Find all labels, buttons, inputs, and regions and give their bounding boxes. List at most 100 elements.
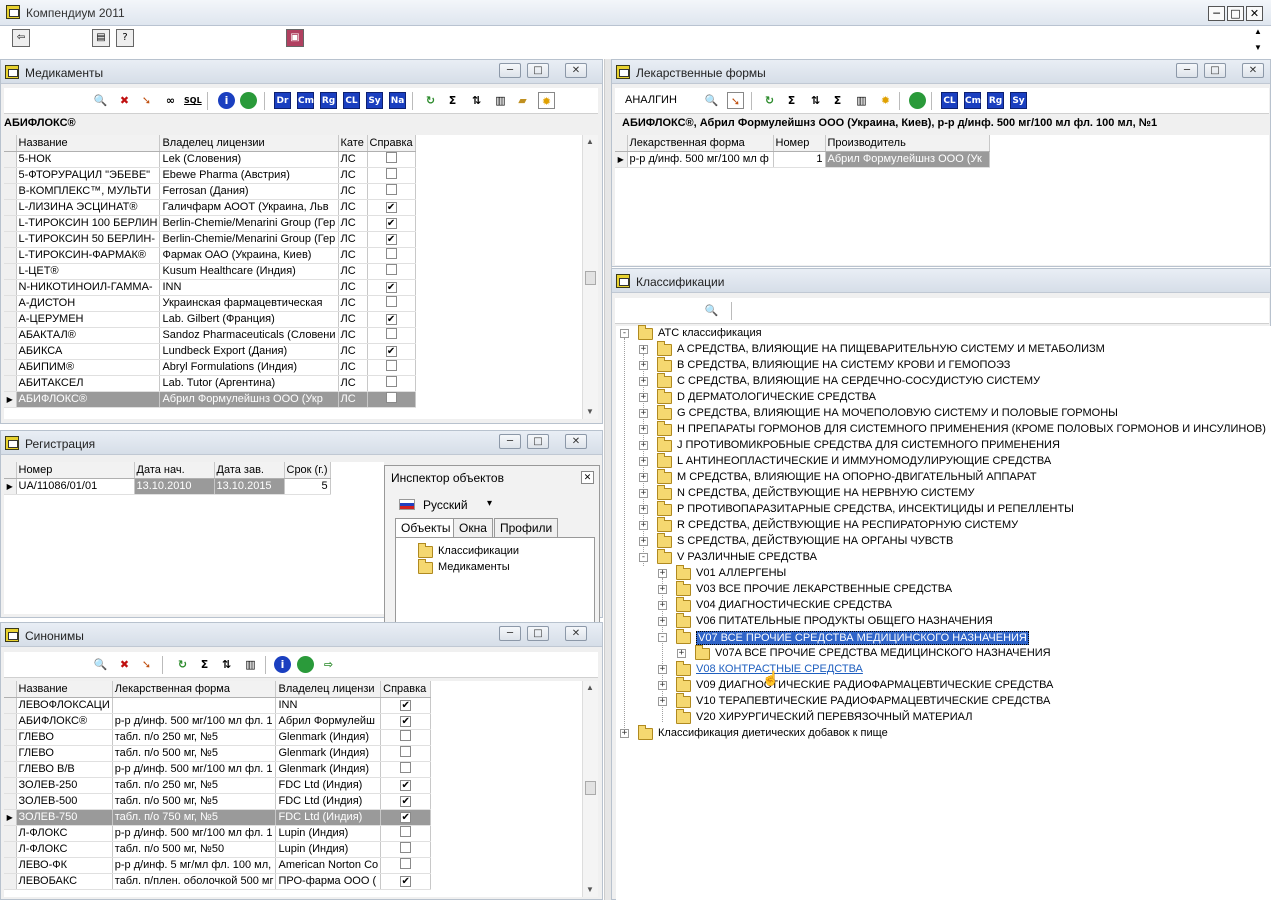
scroll-up[interactable]: ▲ bbox=[586, 683, 594, 692]
table-row[interactable]: АБИФЛОКС® р-р д/инф. 500 мг/100 мл фл. 1А… bbox=[4, 713, 432, 730]
reference-checkbox[interactable] bbox=[385, 168, 397, 179]
tree-node[interactable]: + D ДЕРМАТОЛОГИЧЕСКИЕ СРЕДСТВА bbox=[639, 389, 1266, 406]
reference-checkbox[interactable]: ✔ bbox=[385, 234, 397, 245]
table-row[interactable]: А-ЦЕРУМЕН Lab. Gilbert (Франция) ЛС ✔ bbox=[4, 311, 416, 328]
expand-toggle[interactable]: + bbox=[677, 649, 686, 658]
expand-toggle[interactable]: + bbox=[658, 601, 667, 610]
expand-toggle[interactable]: - bbox=[620, 329, 629, 338]
expand-toggle[interactable]: - bbox=[658, 633, 667, 642]
table-row[interactable]: ЗОЛЕВ-250 табл. п/о 250 мг, №5 FDC Ltd (Ин… bbox=[4, 777, 432, 794]
table-row[interactable]: ГЛЕВО табл. п/о 250 мг, №5 Glenmark (Индия… bbox=[4, 729, 432, 746]
col-reference[interactable]: Справка bbox=[367, 135, 416, 152]
reference-checkbox[interactable] bbox=[400, 730, 412, 741]
expand-toggle[interactable]: + bbox=[658, 665, 667, 674]
tree-node[interactable]: + Классификация диетических добавок к пищ… bbox=[620, 725, 1266, 742]
columns-icon[interactable]: ▥ bbox=[242, 656, 259, 673]
reference-checkbox[interactable]: ✔ bbox=[400, 876, 412, 887]
cl-button[interactable]: CL bbox=[343, 92, 360, 109]
exit-icon[interactable]: ⇦ bbox=[12, 29, 30, 47]
expand-toggle[interactable]: + bbox=[639, 345, 648, 354]
refresh-icon[interactable]: ↻ bbox=[422, 92, 439, 109]
search-icon[interactable]: 🔍 bbox=[703, 92, 720, 109]
reference-checkbox[interactable]: ✔ bbox=[400, 700, 412, 711]
scroll-up[interactable]: ▲ bbox=[586, 137, 594, 146]
cl-button[interactable]: CL bbox=[941, 92, 958, 109]
columns-icon[interactable]: ▥ bbox=[853, 92, 870, 109]
tree-node[interactable]: + N СРЕДСТВА, ДЕЙСТВУЮЩИЕ НА НЕРВНУЮ СИСТ… bbox=[639, 485, 1266, 502]
expand-toggle[interactable]: + bbox=[658, 617, 667, 626]
col-maker[interactable]: Производитель bbox=[825, 135, 990, 152]
close-button[interactable]: ✕ bbox=[565, 63, 587, 78]
sort-icon[interactable]: ⇅ bbox=[807, 92, 824, 109]
restore-button[interactable]: □ bbox=[527, 434, 549, 449]
tab-windows[interactable]: Окна bbox=[453, 518, 493, 538]
tree-node[interactable]: + L АНТИНЕОПЛАСТИЧЕСКИЕ И ИММУНОМОДУЛИРУЮ… bbox=[639, 453, 1266, 470]
reference-checkbox[interactable] bbox=[385, 360, 397, 371]
sum-icon[interactable]: Σ bbox=[783, 92, 800, 109]
tab-profiles[interactable]: Профили bbox=[494, 518, 559, 538]
scroll-thumb[interactable] bbox=[585, 781, 596, 795]
minimize-button[interactable]: ─ bbox=[499, 434, 521, 449]
col-reference[interactable]: Справка bbox=[380, 681, 432, 698]
tree-item[interactable]: Медикаменты bbox=[404, 559, 584, 576]
reference-checkbox[interactable]: ✔ bbox=[385, 282, 397, 293]
globe-icon[interactable] bbox=[297, 656, 314, 673]
tree-node[interactable]: + V07A ВСЕ ПРОЧИЕ СРЕДСТВА МЕДИЦИНСКОГО Н… bbox=[677, 645, 1266, 662]
tree-node[interactable]: + V01 АЛЛЕРГЕНЫ bbox=[658, 565, 1266, 582]
close-button[interactable]: ✕ bbox=[565, 434, 587, 449]
close-button[interactable]: ✕ bbox=[1246, 6, 1263, 21]
table-row[interactable]: L-ЛИЗИНА ЭСЦИНАТ® Галичфарм АООТ (Украина… bbox=[4, 199, 416, 216]
expand-toggle[interactable]: + bbox=[639, 441, 648, 450]
reference-checkbox[interactable] bbox=[385, 296, 397, 307]
col-start-date[interactable]: Дата нач. bbox=[134, 462, 215, 479]
tree-node[interactable]: + P ПРОТИВОПАРАЗИТАРНЫЕ СРЕДСТВА, ИНСЕКТИ… bbox=[639, 501, 1266, 518]
search-icon[interactable]: 🔍 bbox=[92, 92, 109, 109]
binoculars-icon[interactable]: ∞ bbox=[162, 92, 179, 109]
export-icon[interactable]: ⇨ bbox=[320, 656, 337, 673]
rg-button[interactable]: Rg bbox=[987, 92, 1004, 109]
scroll-down[interactable]: ▼ bbox=[586, 885, 594, 894]
search-icon[interactable]: 🔍 bbox=[92, 656, 109, 673]
filter-icon[interactable]: ➘ bbox=[727, 92, 744, 109]
synonyms-scrollbar[interactable]: ▲ ▼ bbox=[582, 681, 598, 897]
table-row[interactable]: L-ТИРОКСИН-ФАРМАК® Фармак ОАО (Украина, К… bbox=[4, 247, 416, 264]
globe-icon[interactable] bbox=[909, 92, 926, 109]
expand-toggle[interactable]: + bbox=[639, 537, 648, 546]
tree-node[interactable]: V20 ХИРУРГИЧЕСКИЙ ПЕРЕВЯЗОЧНЫЙ МАТЕРИАЛ bbox=[658, 709, 1266, 726]
table-row[interactable]: ГЛЕВО В/В р-р д/инф. 500 мг/100 мл фл. 1G… bbox=[4, 761, 432, 778]
table-row[interactable]: ЛЕВОФЛОКСАЦИ INN ✔ bbox=[4, 697, 432, 714]
col-term[interactable]: Срок (г.) bbox=[284, 462, 331, 479]
expand-toggle[interactable]: + bbox=[639, 393, 648, 402]
col-owner[interactable]: Владелец лицензии bbox=[159, 135, 339, 152]
info-icon[interactable]: i bbox=[218, 92, 235, 109]
tree-node[interactable]: + J ПРОТИВОМИКРОБНЫЕ СРЕДСТВА ДЛЯ СИСТЕМН… bbox=[639, 437, 1266, 454]
reference-checkbox[interactable] bbox=[400, 762, 412, 773]
col-number[interactable]: Номер bbox=[773, 135, 826, 152]
highlight-icon[interactable]: ✹ bbox=[877, 92, 894, 109]
reference-checkbox[interactable] bbox=[385, 264, 397, 275]
windows-icon[interactable]: ▤ bbox=[92, 29, 110, 47]
col-number[interactable]: Номер bbox=[16, 462, 135, 479]
table-row[interactable]: АБИТАКСЕЛ Lab. Tutor (Аргентина) ЛС bbox=[4, 375, 416, 392]
dr-button[interactable]: Dr bbox=[274, 92, 291, 109]
table-row[interactable]: N-НИКОТИНОИЛ-ГАММА- INN ЛС ✔ bbox=[4, 279, 416, 296]
language-select[interactable]: Русский ▾ bbox=[399, 496, 499, 514]
minimize-button[interactable]: ─ bbox=[499, 63, 521, 78]
delete-icon[interactable]: ✖ bbox=[116, 92, 133, 109]
table-row[interactable]: ▶ АБИФЛОКС® Абрил Формулейшнз ООО (Укр ЛС bbox=[4, 391, 416, 408]
reference-checkbox[interactable] bbox=[385, 392, 397, 403]
minimize-button[interactable]: ─ bbox=[499, 626, 521, 641]
reference-checkbox[interactable]: ✔ bbox=[385, 218, 397, 229]
table-row[interactable]: ▶ UA/11086/01/01 13.10.2010 13.10.2015 5 bbox=[4, 478, 331, 495]
tree-node[interactable]: + H ПРЕПАРАТЫ ГОРМОНОВ ДЛЯ СИСТЕМНОГО ПРИ… bbox=[639, 421, 1266, 438]
sql-button[interactable]: SQL bbox=[184, 92, 202, 109]
tab-objects[interactable]: Объекты bbox=[395, 518, 457, 538]
expand-toggle[interactable]: + bbox=[639, 425, 648, 434]
expand-toggle[interactable]: + bbox=[639, 409, 648, 418]
expand-toggle[interactable]: + bbox=[639, 361, 648, 370]
toolbar-scroll-down[interactable]: ▼ bbox=[1254, 43, 1262, 52]
col-form[interactable]: Лекарственная форма bbox=[627, 135, 774, 152]
maximize-button[interactable]: □ bbox=[1227, 6, 1244, 21]
col-end-date[interactable]: Дата зав. bbox=[214, 462, 285, 479]
minimize-button[interactable]: ─ bbox=[1176, 63, 1198, 78]
